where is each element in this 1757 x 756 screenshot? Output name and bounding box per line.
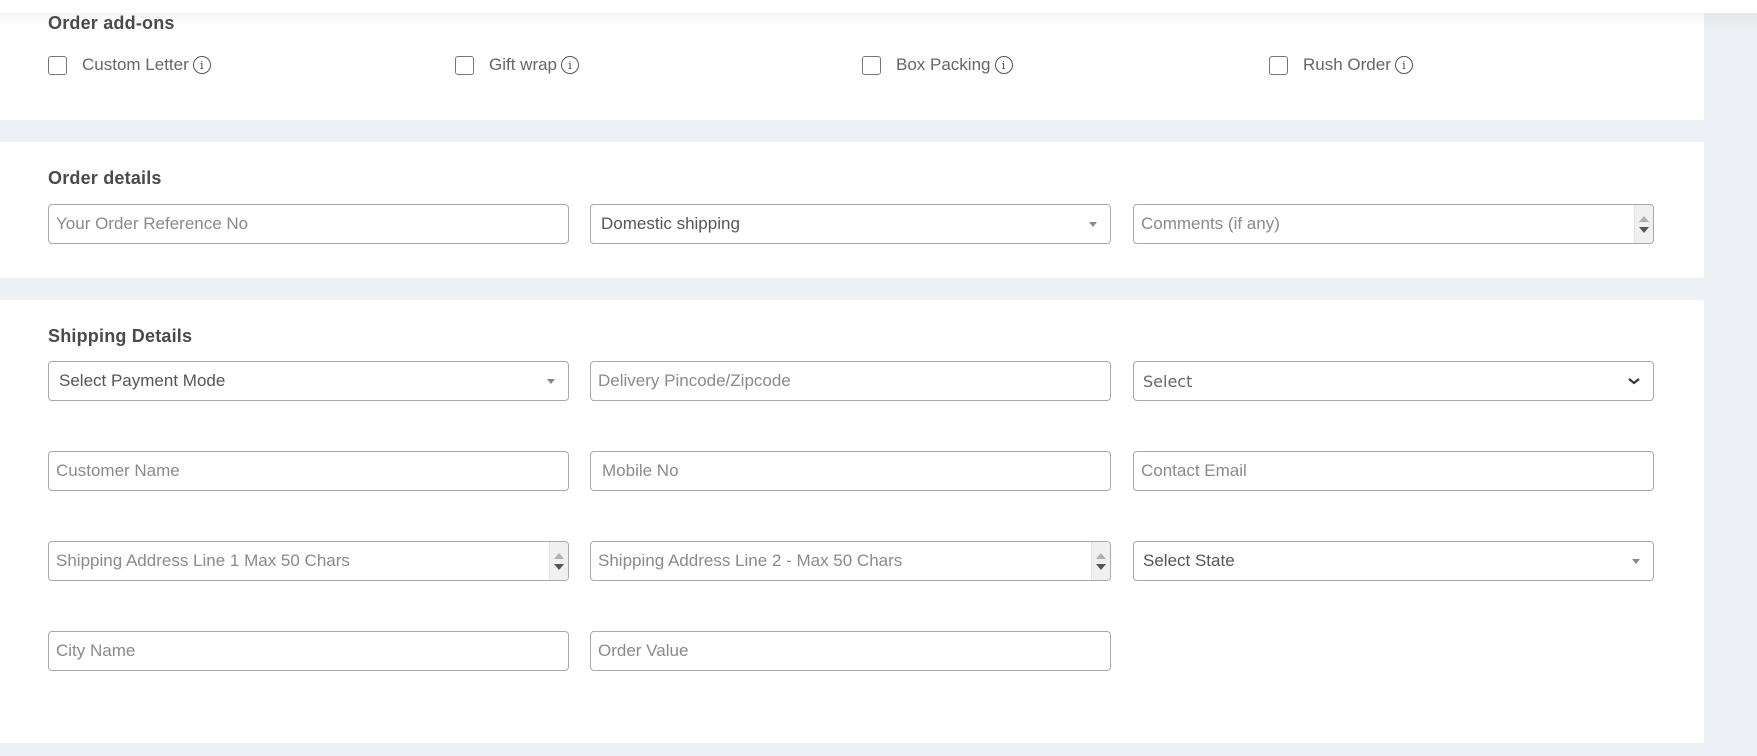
- payment-mode-select[interactable]: Select Payment Mode: [48, 361, 569, 401]
- custom-letter-label[interactable]: Custom Letter: [82, 55, 189, 75]
- pincode-placeholder: Delivery Pincode/Zipcode: [598, 371, 791, 390]
- email-placeholder: Contact Email: [1141, 461, 1247, 480]
- comments-textarea[interactable]: Comments (if any): [1133, 204, 1654, 244]
- addon-gift-wrap[interactable]: Gift wrap i: [455, 53, 580, 77]
- scroll-down-icon[interactable]: [1639, 226, 1649, 233]
- customer-name-input[interactable]: Customer Name: [48, 451, 569, 491]
- top-bar: [0, 0, 1757, 13]
- addon-box-packing[interactable]: Box Packing i: [862, 53, 1013, 77]
- info-icon[interactable]: i: [994, 56, 1013, 74]
- addon-rush-order[interactable]: Rush Order i: [1269, 53, 1413, 77]
- mobile-placeholder: Mobile No: [602, 461, 679, 480]
- order-details-panel: Order details Your Order Reference No Do…: [0, 142, 1704, 278]
- address-line2-placeholder: Shipping Address Line 2 - Max 50 Chars: [598, 551, 903, 570]
- scroll-up-icon[interactable]: [1639, 215, 1649, 222]
- shipping-type-value: Domestic shipping: [601, 214, 740, 233]
- order-addons-panel: Order add-ons Custom Letter i Gift wrap …: [0, 13, 1704, 120]
- rush-order-checkbox[interactable]: [1269, 55, 1288, 75]
- pincode-input[interactable]: Delivery Pincode/Zipcode: [590, 361, 1111, 401]
- order-reference-placeholder: Your Order Reference No: [56, 214, 249, 233]
- mobile-input[interactable]: Mobile No: [590, 451, 1111, 491]
- address-line1-textarea[interactable]: Shipping Address Line 1 Max 50 Chars: [48, 541, 569, 581]
- textarea-scrollbar[interactable]: [1091, 542, 1110, 580]
- scroll-down-icon[interactable]: [1096, 563, 1106, 570]
- info-icon[interactable]: i: [561, 56, 580, 74]
- scroll-up-icon[interactable]: [1096, 552, 1106, 559]
- order-reference-input[interactable]: Your Order Reference No: [48, 204, 569, 244]
- order-value-input[interactable]: Order Value: [590, 631, 1111, 671]
- info-icon[interactable]: i: [192, 56, 211, 74]
- rush-order-label[interactable]: Rush Order: [1303, 55, 1391, 75]
- generic-select[interactable]: Select: [1133, 361, 1654, 401]
- comments-placeholder: Comments (if any): [1141, 214, 1280, 233]
- addon-custom-letter[interactable]: Custom Letter i: [48, 53, 211, 77]
- shipping-details-panel: Shipping Details Select Payment Mode Del…: [0, 300, 1704, 743]
- textarea-scrollbar[interactable]: [1634, 205, 1653, 243]
- address-line1-placeholder: Shipping Address Line 1 Max 50 Chars: [56, 551, 350, 570]
- caret-down-icon: [1089, 221, 1097, 227]
- shipping-details-title: Shipping Details: [48, 326, 193, 346]
- state-value: Select State: [1143, 551, 1235, 570]
- generic-select-value: Select: [1143, 371, 1193, 391]
- shipping-type-select[interactable]: Domestic shipping: [590, 204, 1111, 244]
- gift-wrap-checkbox[interactable]: [455, 55, 474, 75]
- address-line2-textarea[interactable]: Shipping Address Line 2 - Max 50 Chars: [590, 541, 1111, 581]
- caret-down-icon: [547, 378, 555, 384]
- order-value-placeholder: Order Value: [598, 641, 689, 660]
- textarea-scrollbar[interactable]: [549, 542, 568, 580]
- email-input[interactable]: Contact Email: [1133, 451, 1654, 491]
- scroll-up-icon[interactable]: [554, 552, 564, 559]
- info-icon[interactable]: i: [1394, 56, 1413, 74]
- caret-down-icon: [1632, 558, 1640, 564]
- gift-wrap-label[interactable]: Gift wrap: [489, 55, 557, 75]
- payment-mode-value: Select Payment Mode: [59, 371, 226, 390]
- city-input[interactable]: City Name: [48, 631, 569, 671]
- right-gutter-shadow: [1704, 13, 1757, 33]
- box-packing-label[interactable]: Box Packing: [896, 55, 991, 75]
- chevron-down-icon: [1628, 378, 1640, 385]
- custom-letter-checkbox[interactable]: [48, 55, 67, 75]
- box-packing-checkbox[interactable]: [862, 55, 881, 75]
- order-details-title: Order details: [48, 168, 162, 188]
- customer-name-placeholder: Customer Name: [56, 461, 180, 480]
- scroll-down-icon[interactable]: [554, 563, 564, 570]
- order-addons-title: Order add-ons: [48, 13, 175, 33]
- state-select[interactable]: Select State: [1133, 541, 1654, 581]
- city-placeholder: City Name: [56, 641, 136, 660]
